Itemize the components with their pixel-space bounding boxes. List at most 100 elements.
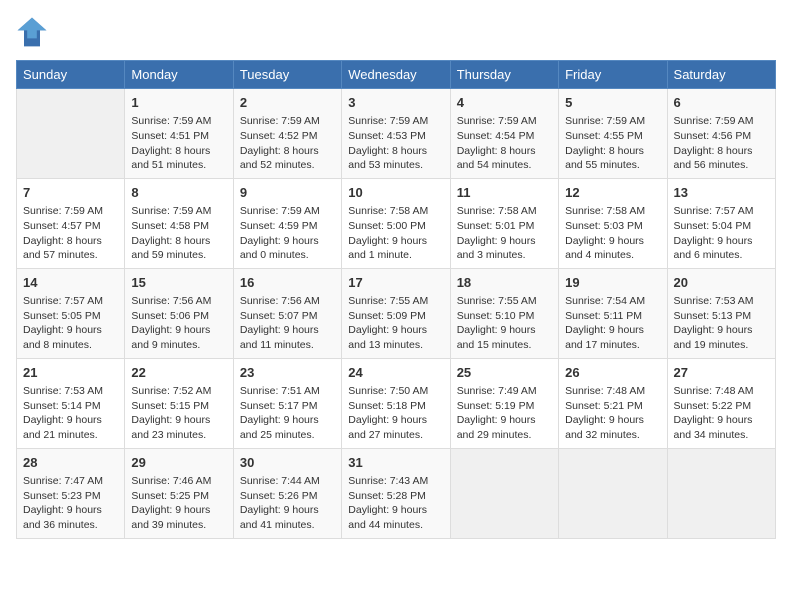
day-number: 2 xyxy=(240,94,335,112)
day-info: Sunrise: 7:56 AM Sunset: 5:06 PM Dayligh… xyxy=(131,294,226,353)
day-number: 22 xyxy=(131,364,226,382)
day-number: 23 xyxy=(240,364,335,382)
weekday-header-friday: Friday xyxy=(559,61,667,89)
calendar-cell: 29 Sunrise: 7:46 AM Sunset: 5:25 PM Dayli… xyxy=(125,448,233,538)
calendar-cell: 14 Sunrise: 7:57 AM Sunset: 5:05 PM Dayli… xyxy=(17,268,125,358)
day-info: Sunrise: 7:55 AM Sunset: 5:09 PM Dayligh… xyxy=(348,294,443,353)
day-number: 4 xyxy=(457,94,552,112)
day-info: Sunrise: 7:53 AM Sunset: 5:13 PM Dayligh… xyxy=(674,294,769,353)
day-number: 26 xyxy=(565,364,660,382)
day-info: Sunrise: 7:59 AM Sunset: 4:52 PM Dayligh… xyxy=(240,114,335,173)
weekday-header-saturday: Saturday xyxy=(667,61,775,89)
day-info: Sunrise: 7:47 AM Sunset: 5:23 PM Dayligh… xyxy=(23,474,118,533)
day-info: Sunrise: 7:59 AM Sunset: 4:51 PM Dayligh… xyxy=(131,114,226,173)
day-info: Sunrise: 7:49 AM Sunset: 5:19 PM Dayligh… xyxy=(457,384,552,443)
weekday-header-sunday: Sunday xyxy=(17,61,125,89)
calendar-cell: 12 Sunrise: 7:58 AM Sunset: 5:03 PM Dayli… xyxy=(559,178,667,268)
day-info: Sunrise: 7:44 AM Sunset: 5:26 PM Dayligh… xyxy=(240,474,335,533)
day-number: 18 xyxy=(457,274,552,292)
calendar-cell: 24Sunrise: 7:50 AM Sunset: 5:18 PM Dayli… xyxy=(342,358,450,448)
calendar-cell: 3 Sunrise: 7:59 AM Sunset: 4:53 PM Daylig… xyxy=(342,89,450,179)
day-info: Sunrise: 7:57 AM Sunset: 5:04 PM Dayligh… xyxy=(674,204,769,263)
calendar-cell: 5Sunrise: 7:59 AM Sunset: 4:55 PM Daylig… xyxy=(559,89,667,179)
calendar-cell: 26 Sunrise: 7:48 AM Sunset: 5:21 PM Dayli… xyxy=(559,358,667,448)
calendar-cell: 16Sunrise: 7:56 AM Sunset: 5:07 PM Dayli… xyxy=(233,268,341,358)
calendar-cell: 19Sunrise: 7:54 AM Sunset: 5:11 PM Dayli… xyxy=(559,268,667,358)
day-number: 20 xyxy=(674,274,769,292)
calendar-cell xyxy=(667,448,775,538)
day-number: 6 xyxy=(674,94,769,112)
calendar-cell xyxy=(450,448,558,538)
calendar-cell: 20 Sunrise: 7:53 AM Sunset: 5:13 PM Dayli… xyxy=(667,268,775,358)
day-info: Sunrise: 7:53 AM Sunset: 5:14 PM Dayligh… xyxy=(23,384,118,443)
day-number: 12 xyxy=(565,184,660,202)
day-info: Sunrise: 7:57 AM Sunset: 5:05 PM Dayligh… xyxy=(23,294,118,353)
day-number: 13 xyxy=(674,184,769,202)
day-info: Sunrise: 7:59 AM Sunset: 4:56 PM Dayligh… xyxy=(674,114,769,173)
day-info: Sunrise: 7:55 AM Sunset: 5:10 PM Dayligh… xyxy=(457,294,552,353)
day-info: Sunrise: 7:58 AM Sunset: 5:01 PM Dayligh… xyxy=(457,204,552,263)
calendar-cell: 21Sunrise: 7:53 AM Sunset: 5:14 PM Dayli… xyxy=(17,358,125,448)
day-number: 29 xyxy=(131,454,226,472)
page-header xyxy=(16,16,776,48)
calendar-week-row: 14 Sunrise: 7:57 AM Sunset: 5:05 PM Dayli… xyxy=(17,268,776,358)
calendar-cell: 27Sunrise: 7:48 AM Sunset: 5:22 PM Dayli… xyxy=(667,358,775,448)
day-info: Sunrise: 7:59 AM Sunset: 4:53 PM Dayligh… xyxy=(348,114,443,173)
day-info: Sunrise: 7:48 AM Sunset: 5:21 PM Dayligh… xyxy=(565,384,660,443)
day-number: 30 xyxy=(240,454,335,472)
day-number: 15 xyxy=(131,274,226,292)
day-number: 7 xyxy=(23,184,118,202)
calendar-cell: 22 Sunrise: 7:52 AM Sunset: 5:15 PM Dayli… xyxy=(125,358,233,448)
weekday-header-row: SundayMondayTuesdayWednesdayThursdayFrid… xyxy=(17,61,776,89)
weekday-header-monday: Monday xyxy=(125,61,233,89)
day-info: Sunrise: 7:59 AM Sunset: 4:59 PM Dayligh… xyxy=(240,204,335,263)
calendar-cell: 30 Sunrise: 7:44 AM Sunset: 5:26 PM Dayli… xyxy=(233,448,341,538)
day-number: 11 xyxy=(457,184,552,202)
day-info: Sunrise: 7:46 AM Sunset: 5:25 PM Dayligh… xyxy=(131,474,226,533)
logo xyxy=(16,16,52,48)
calendar-cell: 25 Sunrise: 7:49 AM Sunset: 5:19 PM Dayli… xyxy=(450,358,558,448)
calendar-cell: 10Sunrise: 7:58 AM Sunset: 5:00 PM Dayli… xyxy=(342,178,450,268)
calendar-cell: 31 Sunrise: 7:43 AM Sunset: 5:28 PM Dayli… xyxy=(342,448,450,538)
calendar-cell: 2 Sunrise: 7:59 AM Sunset: 4:52 PM Daylig… xyxy=(233,89,341,179)
day-number: 17 xyxy=(348,274,443,292)
weekday-header-thursday: Thursday xyxy=(450,61,558,89)
calendar-week-row: 7 Sunrise: 7:59 AM Sunset: 4:57 PM Daylig… xyxy=(17,178,776,268)
day-number: 1 xyxy=(131,94,226,112)
day-number: 31 xyxy=(348,454,443,472)
calendar-week-row: 28Sunrise: 7:47 AM Sunset: 5:23 PM Dayli… xyxy=(17,448,776,538)
calendar-table: SundayMondayTuesdayWednesdayThursdayFrid… xyxy=(16,60,776,539)
day-info: Sunrise: 7:51 AM Sunset: 5:17 PM Dayligh… xyxy=(240,384,335,443)
calendar-cell: 18 Sunrise: 7:55 AM Sunset: 5:10 PM Dayli… xyxy=(450,268,558,358)
day-number: 3 xyxy=(348,94,443,112)
calendar-cell: 9 Sunrise: 7:59 AM Sunset: 4:59 PM Daylig… xyxy=(233,178,341,268)
calendar-week-row: 21Sunrise: 7:53 AM Sunset: 5:14 PM Dayli… xyxy=(17,358,776,448)
day-info: Sunrise: 7:59 AM Sunset: 4:57 PM Dayligh… xyxy=(23,204,118,263)
day-info: Sunrise: 7:43 AM Sunset: 5:28 PM Dayligh… xyxy=(348,474,443,533)
calendar-cell: 8 Sunrise: 7:59 AM Sunset: 4:58 PM Daylig… xyxy=(125,178,233,268)
day-info: Sunrise: 7:58 AM Sunset: 5:03 PM Dayligh… xyxy=(565,204,660,263)
day-number: 14 xyxy=(23,274,118,292)
calendar-cell: 7 Sunrise: 7:59 AM Sunset: 4:57 PM Daylig… xyxy=(17,178,125,268)
calendar-cell: 4 Sunrise: 7:59 AM Sunset: 4:54 PM Daylig… xyxy=(450,89,558,179)
logo-icon xyxy=(16,16,48,48)
calendar-cell xyxy=(17,89,125,179)
calendar-cell: 6 Sunrise: 7:59 AM Sunset: 4:56 PM Daylig… xyxy=(667,89,775,179)
day-info: Sunrise: 7:59 AM Sunset: 4:58 PM Dayligh… xyxy=(131,204,226,263)
day-info: Sunrise: 7:52 AM Sunset: 5:15 PM Dayligh… xyxy=(131,384,226,443)
calendar-cell: 1 Sunrise: 7:59 AM Sunset: 4:51 PM Daylig… xyxy=(125,89,233,179)
day-info: Sunrise: 7:58 AM Sunset: 5:00 PM Dayligh… xyxy=(348,204,443,263)
weekday-header-tuesday: Tuesday xyxy=(233,61,341,89)
calendar-cell: 15 Sunrise: 7:56 AM Sunset: 5:06 PM Dayli… xyxy=(125,268,233,358)
calendar-cell: 13 Sunrise: 7:57 AM Sunset: 5:04 PM Dayli… xyxy=(667,178,775,268)
calendar-cell: 28Sunrise: 7:47 AM Sunset: 5:23 PM Dayli… xyxy=(17,448,125,538)
calendar-cell: 11 Sunrise: 7:58 AM Sunset: 5:01 PM Dayli… xyxy=(450,178,558,268)
day-number: 25 xyxy=(457,364,552,382)
weekday-header-wednesday: Wednesday xyxy=(342,61,450,89)
day-number: 19 xyxy=(565,274,660,292)
day-number: 8 xyxy=(131,184,226,202)
calendar-cell xyxy=(559,448,667,538)
calendar-cell: 17 Sunrise: 7:55 AM Sunset: 5:09 PM Dayli… xyxy=(342,268,450,358)
day-number: 9 xyxy=(240,184,335,202)
day-info: Sunrise: 7:59 AM Sunset: 4:54 PM Dayligh… xyxy=(457,114,552,173)
